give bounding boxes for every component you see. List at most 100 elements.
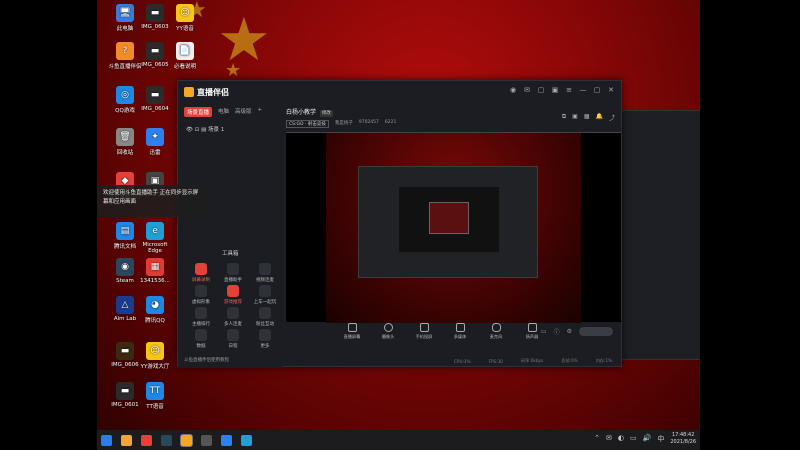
tool-icon: [259, 263, 271, 275]
eye-icon[interactable]: 👁: [186, 127, 193, 133]
tray-icon[interactable]: ✉: [606, 434, 612, 444]
app-logo-icon: [184, 87, 194, 97]
phone-cast-button[interactable]: 手机投屏: [412, 323, 436, 340]
desktop-icon-image: ◕: [146, 296, 164, 314]
desktop-icon[interactable]: ☺ YY语音: [165, 4, 205, 32]
toolbox-item[interactable]: 上车一起玩: [250, 285, 280, 305]
taskbar-obs-icon[interactable]: [201, 434, 212, 446]
toolbox-item[interactable]: 直播助手: [218, 263, 248, 283]
clock[interactable]: 17:48:42 2021/8/26: [670, 432, 696, 446]
record-icon[interactable]: ▭: [541, 328, 547, 335]
toolbox-item[interactable]: 屏幕录制: [186, 263, 216, 283]
system-tray: ⌃ ✉ ◐ ▭ 🔊 中 17:48:42 2021/8/26: [594, 432, 696, 446]
desktop-icon[interactable]: ◕ 腾讯QQ: [135, 296, 175, 324]
desktop-icon[interactable]: ▦ 1341536...: [135, 258, 175, 284]
share-icon[interactable]: ⤴: [609, 113, 615, 122]
tray-icon[interactable]: ⌃: [594, 434, 600, 444]
taskbar-chrome-icon[interactable]: [121, 434, 132, 446]
tool-label: 游戏推荐: [224, 300, 242, 305]
desktop-icon-image: 📄: [176, 42, 194, 60]
live-companion-window: 直播伴侣 ◉ ✉ ▢ ▣ ≡ — ▢ ✕ 场景直播 电脑 高级版 + 👁 ⊡ ▤…: [98, 80, 622, 368]
tool-label: 主播排行: [192, 322, 210, 327]
desktop-icon-image: e: [146, 222, 164, 240]
toolbox-item[interactable]: 视频连麦: [250, 263, 280, 283]
desktop-icon[interactable]: e Microsoft Edge: [135, 222, 175, 254]
avatar[interactable]: ◉: [509, 86, 517, 94]
toolbox-item[interactable]: 日程: [218, 329, 248, 349]
minimize-icon[interactable]: —: [579, 86, 587, 94]
toolbox-item[interactable]: 虚拟形象: [186, 285, 216, 305]
bell-icon[interactable]: 🔔: [596, 113, 603, 122]
desktop-icon[interactable]: ☺ YY游戏大厅: [135, 342, 175, 370]
desktop-icon[interactable]: 📄 必看说明: [165, 42, 205, 70]
desktop-icon[interactable]: ▬ IMG_0604: [135, 86, 175, 112]
taskbar-edge-icon[interactable]: [241, 434, 252, 446]
tool-icon: [227, 285, 239, 297]
settings-icon[interactable]: ⚙: [567, 328, 572, 335]
flag-star-small: ★: [225, 60, 242, 81]
tab-advanced[interactable]: 高级版: [235, 107, 252, 117]
tool-label: 更多: [260, 344, 270, 349]
media-button[interactable]: 多媒体: [448, 323, 472, 340]
room-title: 白杨小教学: [286, 109, 317, 116]
taskbar-live-companion-icon[interactable]: [181, 434, 192, 446]
copy-icon[interactable]: ⧉: [562, 113, 566, 122]
tool-label: 虚拟形象: [192, 300, 210, 305]
stream-preview[interactable]: [286, 132, 621, 323]
desktop-icon-image: ✦: [146, 128, 164, 146]
maximize-icon[interactable]: ▢: [593, 86, 601, 94]
taskbar-apps: [101, 434, 252, 446]
tray-icon[interactable]: 🔊: [643, 434, 652, 444]
toolbox-item[interactable]: 多人连麦: [218, 307, 248, 327]
edit-title-button[interactable]: 修改: [319, 110, 333, 117]
screenshot-icon[interactable]: ▣: [572, 113, 578, 122]
desktop-icon[interactable]: ✦ 迅雷: [135, 128, 175, 156]
speaker-icon: [527, 323, 537, 332]
right-controls: ▭ ⓘ ⚙: [541, 327, 613, 336]
folder-icon[interactable]: ▤: [201, 127, 206, 133]
taskbar-douyu-icon[interactable]: [141, 434, 152, 446]
tray-icon[interactable]: 中: [657, 434, 664, 444]
screen-capture-label: 直播屏幕: [343, 334, 361, 339]
toolbox-item[interactable]: 更多: [250, 329, 280, 349]
menu-icon[interactable]: ≡: [565, 86, 573, 94]
taskbar-xunlei-icon[interactable]: [221, 434, 232, 446]
lock-icon[interactable]: ⊡: [195, 127, 200, 133]
desktop-icon-image: ◉: [116, 258, 134, 276]
scene-row[interactable]: 👁 ⊡ ▤ 场景 1: [178, 121, 282, 137]
tutorial-link[interactable]: 斗鱼直播伴侣使用教程: [184, 357, 229, 363]
tab-scene-live[interactable]: 场景直播: [184, 107, 213, 117]
microphone-button[interactable]: 麦克风: [484, 323, 508, 340]
desktop-icon-image: ▬: [116, 342, 134, 360]
add-tab-icon[interactable]: +: [258, 107, 263, 117]
toolbox-item[interactable]: 数据: [186, 329, 216, 349]
desktop-icon-label: YY语音: [176, 26, 194, 32]
status-item: CPU:3%: [454, 358, 471, 364]
message-icon[interactable]: ✉: [523, 86, 531, 94]
desktop-icon[interactable]: TT TT语音: [135, 382, 175, 410]
scene-tabs: 场景直播 电脑 高级版 +: [178, 103, 282, 121]
tool-label: 数据: [196, 344, 206, 349]
room-category[interactable]: CS:GO · 射击竞技: [286, 120, 329, 128]
screen-capture-button[interactable]: 直播屏幕: [340, 323, 364, 340]
tab-pc[interactable]: 电脑: [218, 107, 229, 117]
taskbar-start-icon[interactable]: [101, 434, 112, 446]
calendar-icon[interactable]: ▦: [584, 113, 590, 122]
tray-icon[interactable]: ◐: [618, 434, 624, 444]
tool-icon: [195, 285, 207, 297]
tray-icon[interactable]: ▭: [630, 434, 637, 444]
status-item: 内存:1%: [595, 358, 613, 363]
toolbox-title: 工具箱: [222, 251, 239, 257]
toolbox-item[interactable]: 主播排行: [186, 307, 216, 327]
camera-button[interactable]: 摄像头: [376, 323, 400, 340]
taskbar-steam-icon[interactable]: [161, 434, 172, 446]
desktop-icon-label: TT语音: [146, 404, 164, 410]
chat-icon[interactable]: ▢: [537, 86, 545, 94]
tool-icon: [195, 307, 207, 319]
gift-icon[interactable]: ▣: [551, 86, 559, 94]
toolbox-item[interactable]: 粉丝互动: [250, 307, 280, 327]
start-live-button[interactable]: [579, 327, 613, 336]
info-icon[interactable]: ⓘ: [554, 327, 560, 336]
toolbox-item[interactable]: 游戏推荐: [218, 285, 248, 305]
close-icon[interactable]: ✕: [607, 86, 615, 94]
